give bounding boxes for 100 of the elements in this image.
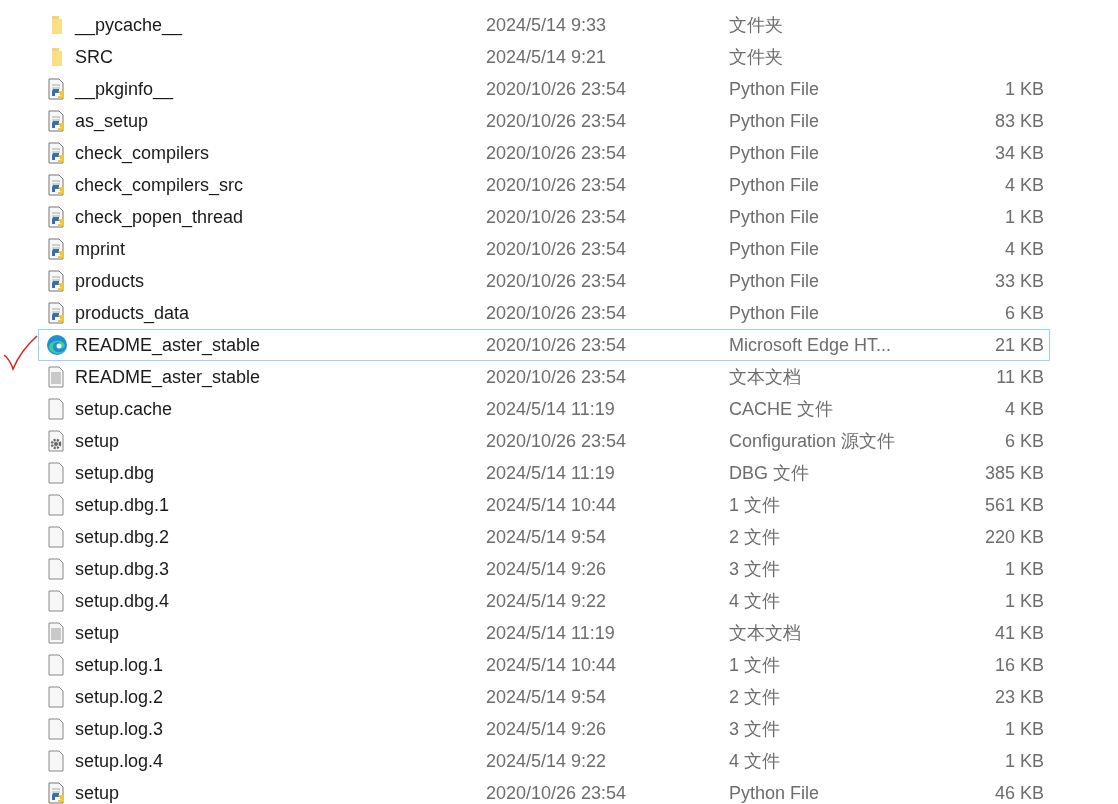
file-date: 2024/5/14 11:19 (486, 398, 616, 420)
file-size: 1 KB (1004, 590, 1044, 612)
file-type: Microsoft Edge HT... (729, 334, 893, 356)
file-type: 3 文件 (729, 718, 781, 741)
file-date: 2024/5/14 10:44 (486, 494, 618, 516)
file-size: 1 KB (1004, 206, 1044, 228)
file-size: 220 KB (984, 526, 1044, 548)
file-date: 2024/5/14 10:44 (486, 654, 618, 676)
file-type: Python File (729, 270, 821, 292)
file-name: setup.dbg.1 (75, 494, 171, 516)
file-name: products (75, 270, 146, 292)
file-size: 33 KB (994, 270, 1044, 292)
file-size: 41 KB (994, 622, 1044, 644)
file-name: setup (75, 782, 121, 804)
file-name: setup.cache (75, 398, 174, 420)
file-type: Python File (729, 302, 821, 324)
text-file-icon (48, 622, 66, 644)
file-date: 2020/10/26 23:54 (486, 238, 628, 260)
file-type: 2 文件 (729, 526, 781, 549)
file-size: 1 KB (1004, 78, 1044, 100)
file-name: check_compilers (75, 142, 211, 164)
file-name: setup.log.4 (75, 750, 165, 772)
file-type: DBG 文件 (729, 462, 810, 485)
file-date: 2020/10/26 23:54 (486, 174, 628, 196)
file-date: 2024/5/14 9:54 (486, 686, 608, 708)
file-name: check_compilers_src (75, 174, 245, 196)
file-name: setup.log.1 (75, 654, 165, 676)
folder-icon (51, 15, 63, 35)
file-date: 2024/5/14 9:22 (486, 750, 608, 772)
file-name: setup.dbg.4 (75, 590, 171, 612)
file-date: 2020/10/26 23:54 (486, 206, 628, 228)
file-type: 3 文件 (729, 558, 781, 581)
file-date: 2020/10/26 23:54 (486, 782, 628, 804)
file-type: Python File (729, 206, 821, 228)
file-type: Python File (729, 78, 821, 100)
python-file-icon (48, 238, 66, 260)
file-date: 2024/5/14 9:54 (486, 526, 608, 548)
file-type: Python File (729, 142, 821, 164)
file-size: 6 KB (1004, 430, 1044, 452)
file-type: 2 文件 (729, 686, 781, 709)
file-name: setup.dbg.2 (75, 526, 171, 548)
python-file-icon (48, 78, 66, 100)
file-size: 1 KB (1004, 750, 1044, 772)
file-icon (48, 494, 66, 516)
file-size: 1 KB (1004, 718, 1044, 740)
file-type: Python File (729, 238, 821, 260)
file-name: __pkginfo__ (75, 78, 175, 100)
file-size: 83 KB (994, 110, 1044, 132)
file-date: 2024/5/14 11:19 (486, 462, 616, 484)
file-type: Python File (729, 174, 821, 196)
file-type: 文件夹 (729, 46, 784, 69)
file-type: Python File (729, 782, 821, 804)
file-size: 4 KB (1004, 174, 1044, 196)
python-file-icon (48, 174, 66, 196)
file-icon (48, 526, 66, 548)
file-icon (48, 718, 66, 740)
python-file-icon (48, 142, 66, 164)
file-type: 文本文档 (729, 366, 802, 389)
file-type: CACHE 文件 (729, 398, 834, 421)
file-size: 46 KB (994, 782, 1044, 804)
file-name: products_data (75, 302, 191, 324)
file-date: 2020/10/26 23:54 (486, 110, 628, 132)
file-size: 1 KB (1004, 558, 1044, 580)
file-name: setup.log.2 (75, 686, 165, 708)
file-size: 16 KB (994, 654, 1044, 676)
file-size: 11 KB (996, 366, 1044, 388)
file-date: 2024/5/14 9:33 (486, 14, 608, 36)
file-type: Python File (729, 110, 821, 132)
file-date: 2020/10/26 23:54 (486, 366, 628, 388)
file-size: 561 KB (984, 494, 1044, 516)
file-row[interactable]: README_aster_stable 2020/10/26 23:54 Microsoft Edge HT... 21 KB (38, 329, 1050, 361)
file-size: 21 KB (994, 334, 1044, 356)
file-date: 2020/10/26 23:54 (486, 430, 628, 452)
python-file-icon (48, 302, 66, 324)
file-date: 2020/10/26 23:54 (486, 142, 628, 164)
file-date: 2020/10/26 23:54 (486, 78, 628, 100)
file-name: README_aster_stable (75, 366, 262, 388)
file-icon (48, 750, 66, 772)
python-file-icon (48, 110, 66, 132)
file-date: 2024/5/14 11:19 (486, 622, 616, 644)
file-icon (48, 462, 66, 484)
file-type: 4 文件 (729, 590, 781, 613)
file-type: 文本文档 (729, 622, 802, 645)
file-name: setup.log.3 (75, 718, 165, 740)
file-type: 1 文件 (729, 654, 781, 677)
file-name: SRC (75, 46, 114, 68)
python-file-icon (48, 782, 66, 804)
file-name: setup.dbg.3 (75, 558, 171, 580)
file-name: __pycache__ (75, 14, 184, 36)
file-size: 23 KB (994, 686, 1044, 708)
text-file-icon (48, 366, 66, 388)
file-icon (48, 654, 66, 676)
file-icon (48, 686, 66, 708)
file-icon (48, 590, 66, 612)
file-size: 6 KB (1004, 302, 1044, 324)
edge-icon (46, 334, 68, 356)
file-type: 文件夹 (729, 14, 784, 37)
python-file-icon (48, 206, 66, 228)
file-date: 2020/10/26 23:54 (486, 270, 628, 292)
file-icon (48, 398, 66, 420)
